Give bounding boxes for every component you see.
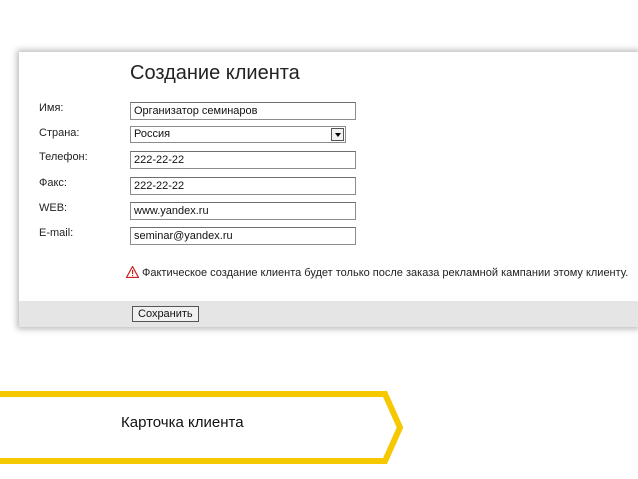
phone-input[interactable]: 222-22-22 (130, 151, 356, 169)
warning-icon (126, 266, 139, 278)
web-input[interactable]: www.yandex.ru (130, 202, 356, 220)
phone-label: Телефон: (39, 151, 88, 163)
client-form-screenshot: Создание клиента Имя: Организатор семина… (19, 52, 638, 327)
name-input[interactable]: Организатор семинаров (130, 102, 356, 120)
web-label: WEB: (39, 202, 68, 214)
chevron-down-icon[interactable] (331, 128, 344, 141)
warning-text: Фактическое создание клиента будет тольк… (142, 267, 629, 279)
page-title: Создание клиента (130, 62, 300, 84)
fax-label: Факс: (39, 177, 67, 189)
name-label: Имя: (39, 102, 64, 114)
fax-input[interactable]: 222-22-22 (130, 177, 356, 195)
form-footer: Сохранить (19, 301, 638, 327)
slide-caption: Карточка клиента (121, 414, 244, 431)
country-label: Страна: (39, 127, 80, 139)
country-select[interactable]: Россия (130, 126, 346, 143)
country-select-value: Россия (134, 128, 171, 140)
save-button[interactable]: Сохранить (132, 306, 199, 322)
warning-message: Фактическое создание клиента будет тольк… (126, 266, 628, 279)
email-input[interactable]: seminar@yandex.ru (130, 227, 356, 245)
email-label: E-mail: (39, 227, 74, 239)
